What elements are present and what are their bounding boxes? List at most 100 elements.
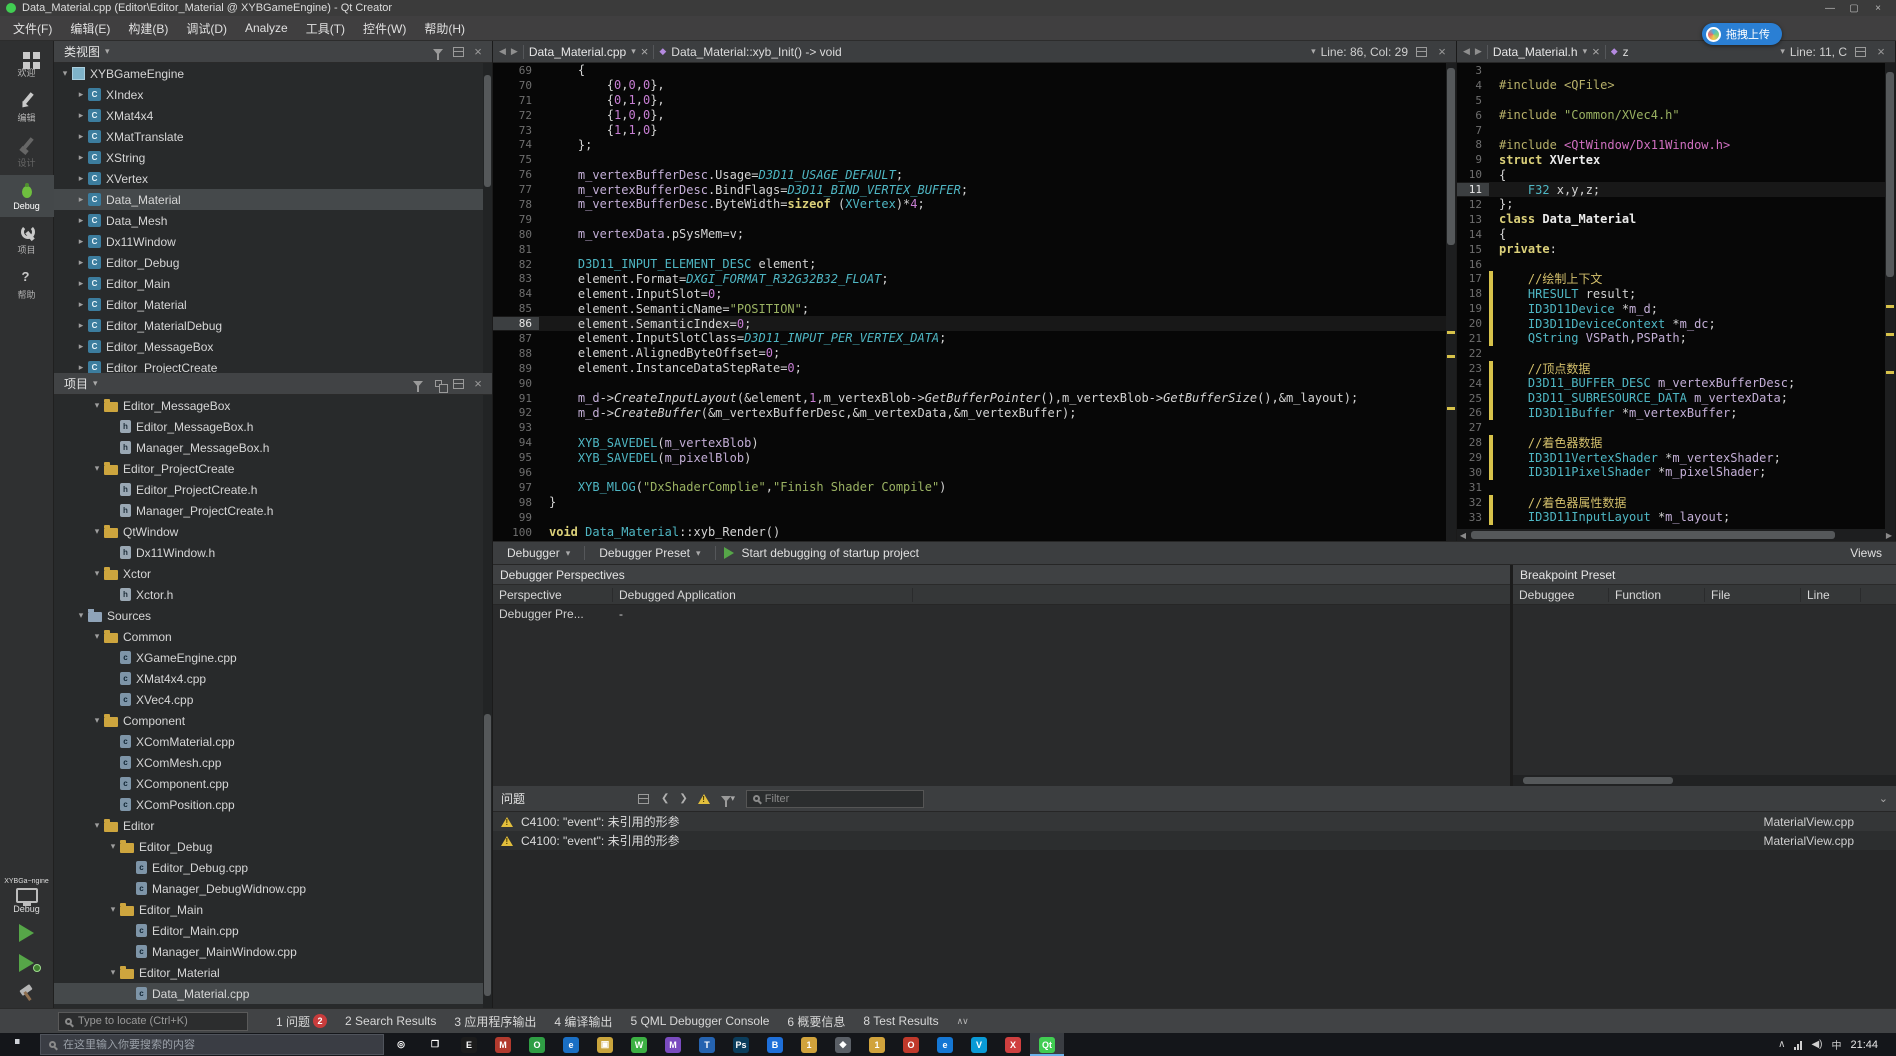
- scroll-right-icon[interactable]: ▶: [1883, 531, 1895, 540]
- project-item[interactable]: h Dx11Window.h: [54, 542, 492, 563]
- expand-arrow-icon[interactable]: ▸: [74, 362, 88, 373]
- show-warnings-toggle[interactable]: [697, 793, 710, 804]
- forward-icon[interactable]: ▶: [511, 46, 518, 57]
- project-item[interactable]: ▾ Editor_Main: [54, 899, 492, 920]
- code-line[interactable]: 24 D3D11_BUFFER_DESC m_vertexBufferDesc;: [1457, 375, 1895, 391]
- output-pane-button[interactable]: 2 Search Results: [337, 1012, 444, 1030]
- split-editor-button[interactable]: [1852, 44, 1868, 60]
- taskbar-app-app-blue-t[interactable]: T: [690, 1033, 724, 1056]
- close-panel-button[interactable]: ×: [470, 376, 486, 392]
- code-area-main[interactable]: 69 {70 {0,0,0}, 71 {0,1,0}, 72 {1,0,0}, 73 …: [493, 63, 1456, 541]
- taskbar-app-app-gray[interactable]: ◆: [826, 1033, 860, 1056]
- editor-main-tab[interactable]: Data_Material.cpp: [529, 45, 626, 59]
- code-line[interactable]: 14{: [1457, 227, 1895, 242]
- expand-arrow-icon[interactable]: ▸: [74, 236, 88, 247]
- menu-item[interactable]: 调试(D): [177, 17, 236, 40]
- code-line[interactable]: 6 #include "Common/XVec4.h": [1457, 108, 1895, 123]
- taskbar-app-file-explorer[interactable]: ▣: [588, 1033, 622, 1056]
- project-item[interactable]: h Editor_MessageBox.h: [54, 416, 492, 437]
- code-line[interactable]: 17 //绘制上下文: [1457, 271, 1895, 286]
- expand-arrow-icon[interactable]: ▸: [74, 299, 88, 310]
- code-line[interactable]: 70 {0,0,0},: [493, 78, 1456, 93]
- build-button[interactable]: [0, 978, 54, 1008]
- expand-arrow-icon[interactable]: ▸: [74, 215, 88, 226]
- start-debug-label[interactable]: Start debugging of startup project: [742, 546, 919, 560]
- expand-arrow-icon[interactable]: ▸: [74, 278, 88, 289]
- expand-arrow-icon[interactable]: ▸: [74, 89, 88, 100]
- project-item[interactable]: h Manager_ProjectCreate.h: [54, 500, 492, 521]
- column-header[interactable]: Function: [1609, 587, 1705, 602]
- expand-arrow-icon[interactable]: ▾: [106, 967, 120, 978]
- classview-item[interactable]: ▸ C Editor_Debug: [54, 252, 492, 273]
- output-pane-button[interactable]: 8 Test Results: [855, 1012, 946, 1030]
- code-line[interactable]: 13 class Data_Material: [1457, 212, 1895, 227]
- output-pane-toggle-icon[interactable]: ∧∨: [957, 1016, 969, 1027]
- classview-item[interactable]: ▸ C Editor_Main: [54, 273, 492, 294]
- taskbar-app-app-green-o[interactable]: O: [520, 1033, 554, 1056]
- taskbar-app-app-red-o[interactable]: O: [894, 1033, 928, 1056]
- mode-help[interactable]: 帮助: [0, 262, 54, 307]
- classview-item[interactable]: ▸ C XMat4x4: [54, 105, 492, 126]
- expand-arrow-icon[interactable]: ▾: [58, 68, 72, 79]
- code-line[interactable]: 74 };: [493, 137, 1456, 152]
- project-item[interactable]: ▾ Editor_ProjectCreate: [54, 458, 492, 479]
- editor-main-scrollbar[interactable]: [1446, 63, 1456, 541]
- classview-item[interactable]: ▸ C XIndex: [54, 84, 492, 105]
- start-button[interactable]: [0, 1033, 40, 1056]
- classview-item[interactable]: ▸ C XString: [54, 147, 492, 168]
- issue-row[interactable]: C4100: "event": 未引用的形参MaterialView.cpp: [493, 831, 1896, 850]
- perspective-row[interactable]: Debugger Pre... -: [493, 605, 1510, 623]
- output-pane-button[interactable]: 5 QML Debugger Console: [622, 1012, 777, 1030]
- project-item[interactable]: c XMat4x4.cpp: [54, 668, 492, 689]
- column-header[interactable]: File: [1705, 587, 1801, 602]
- classview-item[interactable]: ▸ C Dx11Window: [54, 231, 492, 252]
- classview-item[interactable]: ▾ XYBGameEngine: [54, 63, 492, 84]
- project-item[interactable]: h Editor_ProjectCreate.h: [54, 479, 492, 500]
- code-line[interactable]: 11 F32 x,y,z;: [1457, 182, 1895, 198]
- maximize-button[interactable]: ▢: [1842, 3, 1866, 14]
- code-line[interactable]: 78 m_vertexBufferDesc.ByteWidth=sizeof (…: [493, 197, 1456, 212]
- code-line[interactable]: 30 ID3D11PixelShader *m_pixelShader;: [1457, 465, 1895, 480]
- locator-input[interactable]: [78, 1015, 241, 1027]
- taskbar-app-app-blue-b[interactable]: B: [758, 1033, 792, 1056]
- symbol-selector[interactable]: ◆ Data_Material::xyb_Init() -> void ▾: [659, 45, 1315, 59]
- project-item[interactable]: ▾ Editor_Material: [54, 962, 492, 983]
- project-item[interactable]: h Xctor.h: [54, 584, 492, 605]
- output-pane-button[interactable]: 1 问题 2: [268, 1011, 335, 1032]
- filter-issues-button[interactable]: ▾: [720, 791, 736, 807]
- code-line[interactable]: 31: [1457, 480, 1895, 495]
- symbol-selector[interactable]: ◆ z ▾: [1611, 45, 1785, 59]
- code-line[interactable]: 77 m_vertexBufferDesc.BindFlags=D3D11_BI…: [493, 182, 1456, 197]
- expand-arrow-icon[interactable]: ▾: [90, 526, 104, 537]
- code-line[interactable]: 18 HRESULT result;: [1457, 286, 1895, 302]
- taskbar-app-vscode[interactable]: V: [962, 1033, 996, 1056]
- project-item[interactable]: c Manager_MainWindow.cpp: [54, 941, 492, 962]
- code-line[interactable]: 16: [1457, 257, 1895, 272]
- taskbar-app-app-red-x[interactable]: X: [996, 1033, 1030, 1056]
- column-header[interactable]: Perspective: [493, 587, 613, 602]
- code-line[interactable]: 79: [493, 212, 1456, 227]
- breakpoints-hscrollbar[interactable]: [1513, 775, 1896, 786]
- taskbar-search-input[interactable]: [63, 1038, 375, 1051]
- code-line[interactable]: 22: [1457, 346, 1895, 361]
- code-line[interactable]: 91 m_d->CreateInputLayout(&element,1,m_v…: [493, 391, 1456, 406]
- code-line[interactable]: 93: [493, 420, 1456, 435]
- close-split-button[interactable]: ×: [1873, 44, 1889, 60]
- drag-upload-overlay[interactable]: 拖拽上传: [1702, 23, 1782, 45]
- debugger-combo[interactable]: Debugger ▾: [501, 544, 576, 562]
- code-line[interactable]: 72 {1,0,0},: [493, 108, 1456, 123]
- code-line[interactable]: 75: [493, 152, 1456, 167]
- issue-row[interactable]: C4100: "event": 未引用的形参MaterialView.cpp: [493, 812, 1896, 831]
- expand-arrow-icon[interactable]: ▾: [90, 715, 104, 726]
- expand-issues-button[interactable]: [635, 791, 651, 807]
- filter-button[interactable]: [410, 376, 426, 392]
- taskbar-app-photoshop[interactable]: Ps: [724, 1033, 758, 1056]
- project-item[interactable]: ▾ Xctor: [54, 563, 492, 584]
- code-line[interactable]: 96: [493, 465, 1456, 480]
- code-line[interactable]: 97 XYB_MLOG("DxShaderComplie","Finish Sh…: [493, 480, 1456, 495]
- classview-item[interactable]: ▸ C Editor_ProjectCreate: [54, 357, 492, 373]
- code-line[interactable]: 33 ID3D11InputLayout *m_layout;: [1457, 509, 1895, 525]
- filter-button[interactable]: [430, 44, 446, 60]
- project-item[interactable]: c XGameEngine.cpp: [54, 647, 492, 668]
- taskbar-app-app-gold-2[interactable]: 1: [860, 1033, 894, 1056]
